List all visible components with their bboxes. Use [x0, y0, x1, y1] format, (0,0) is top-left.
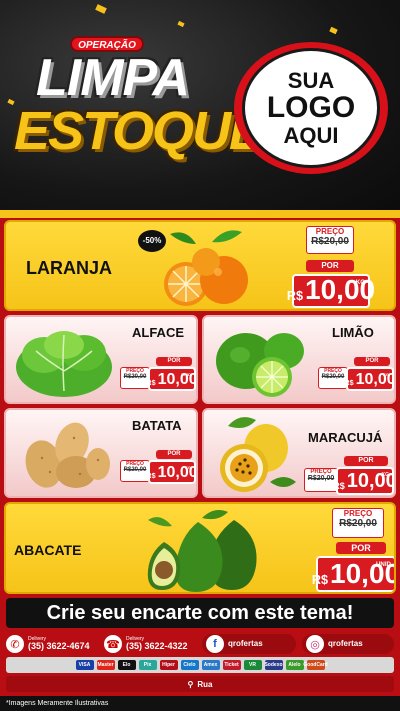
price-value: 10,00	[157, 464, 198, 481]
old-price-tag: PREÇO R$20,00	[332, 508, 384, 538]
location-pin-icon: ⚲	[187, 679, 194, 689]
whatsapp-icon: ✆	[6, 635, 24, 653]
price-tag: R$ 10,00 KG	[333, 467, 394, 495]
address-text: Rua	[197, 679, 213, 689]
price-unit: KG	[381, 472, 390, 478]
cta-banner[interactable]: Crie seu encarte com este tema!	[6, 598, 394, 628]
product-card-abacate[interactable]: ABACATE PREÇO R$20,00 POR R$ 10,00 UNID	[4, 502, 396, 594]
product-card-laranja[interactable]: LARANJA -50% PREÇO R$20,00 POR R$ 10,00 …	[4, 220, 396, 311]
header-banner: OPERAÇÃO LIMPA ESTOQUE SUA LOGO AQUI	[0, 0, 400, 215]
instagram-icon: ◎	[306, 635, 324, 653]
product-name: LIMÃO	[332, 325, 374, 340]
payment-logo: VISA	[75, 660, 94, 670]
price-tag: R$ 10,00 UNID	[146, 367, 198, 391]
logo-text-line1: SUA	[287, 68, 335, 94]
old-price: R$20,00	[321, 374, 345, 380]
instagram-handle: qrofertas	[328, 639, 363, 648]
product-name: ALFACE	[132, 325, 184, 340]
old-price: R$20,00	[123, 467, 147, 473]
por-label: POR	[344, 456, 388, 466]
product-name: MARACUJÁ	[308, 430, 383, 445]
price-unit: KG	[383, 372, 389, 377]
por-label: POR	[156, 357, 192, 366]
phone-number: (35) 3622-4322	[126, 641, 188, 651]
price-unit: UNID	[181, 372, 191, 377]
payment-logo: Elo	[117, 660, 136, 670]
price-value: 10,00	[355, 371, 396, 388]
product-name: ABACATE	[14, 542, 82, 558]
price-tag: R$ 10,00 KG	[344, 367, 396, 391]
logo-text-line3: AQUI	[283, 122, 339, 148]
lettuce-image	[16, 331, 112, 397]
preco-label: PREÇO	[343, 509, 373, 518]
title-estoque: ESTOQUE	[14, 101, 265, 161]
orange-image	[164, 230, 248, 306]
discount-badge: -50%	[138, 230, 166, 252]
price-unit: KG	[185, 465, 191, 470]
old-price: R$20,00	[123, 374, 147, 380]
payment-methods-bar: VISA Master Elo Pix Hiper Cielo Amex Tic…	[6, 657, 394, 673]
payment-logo: Sodexo	[264, 660, 283, 670]
contact-phone-2[interactable]: ☎ Delivery (35) 3622-4322	[104, 634, 188, 654]
disclaimer-text: *Imagens Meramente Ilustrativas	[0, 696, 400, 711]
passion-fruit-image	[220, 417, 296, 492]
contact-phone-1[interactable]: ✆ Delivery (35) 3622-4674	[6, 634, 90, 654]
confetti-decoration	[329, 26, 338, 35]
facebook-handle: qrofertas	[228, 639, 263, 648]
old-price: R$20,00	[307, 475, 335, 482]
payment-logo: Ticket	[222, 660, 241, 670]
product-name: LARANJA	[26, 258, 113, 278]
logo-text-line2: LOGO	[266, 91, 356, 125]
logo-placeholder: SUA LOGO AQUI	[242, 48, 380, 168]
por-label: POR	[156, 450, 192, 459]
payment-logo: VR	[243, 660, 262, 670]
price-tag: R$ 10,00 KG	[287, 274, 375, 308]
currency: R$	[286, 288, 304, 303]
confetti-decoration	[95, 4, 107, 14]
currency: R$	[146, 378, 156, 388]
price-value: 10,00	[157, 371, 198, 388]
payment-logo: Cielo	[180, 660, 199, 670]
price-unit: KG	[355, 279, 365, 286]
phone-number: (35) 3622-4674	[28, 641, 90, 651]
por-label: POR	[336, 542, 386, 554]
currency: R$	[311, 572, 329, 587]
payment-logo: Alelo	[285, 660, 304, 670]
payment-logo: Hiper	[159, 660, 178, 670]
currency: R$	[344, 378, 354, 388]
currency: R$	[146, 471, 156, 481]
price-tag: R$ 10,00 UNID	[312, 556, 394, 592]
confetti-decoration	[177, 20, 185, 28]
header-divider	[0, 210, 400, 218]
price-unit: UNID	[375, 561, 391, 568]
product-card-maracuja[interactable]: MARACUJÁ PREÇO R$20,00 POR R$ 10,00 KG	[202, 408, 396, 498]
price-tag: R$ 10,00 KG	[146, 460, 198, 484]
product-name: BATATA	[132, 418, 182, 433]
payment-logo: Pix	[138, 660, 157, 670]
old-price-tag: PREÇO R$20,00	[306, 226, 354, 254]
old-price: R$20,00	[339, 518, 377, 529]
facebook-link[interactable]: f qrofertas	[202, 634, 296, 654]
avocado-image	[147, 510, 257, 592]
payment-logo: GoodCard	[303, 660, 328, 670]
preco-label: PREÇO	[315, 227, 345, 236]
facebook-icon: f	[206, 635, 224, 653]
product-card-alface[interactable]: ALFACE PREÇO R$20,00 POR R$ 10,00 UNID	[4, 315, 198, 404]
phone-icon: ☎	[104, 635, 122, 653]
currency: R$	[333, 480, 345, 491]
title-limpa: LIMPA	[36, 49, 190, 107]
potato-image	[25, 422, 110, 488]
product-card-limao[interactable]: LIMÃO PREÇO R$20,00 POR R$ 10,00 KG	[202, 315, 396, 404]
lime-image	[216, 333, 304, 397]
payment-logo: Amex	[201, 660, 220, 670]
instagram-link[interactable]: ◎ qrofertas	[302, 634, 394, 654]
payment-logo: Master	[96, 660, 115, 670]
product-card-batata[interactable]: BATATA PREÇO R$20,00 POR R$ 10,00 KG	[4, 408, 198, 498]
address-bar[interactable]: ⚲ Rua	[6, 676, 394, 692]
por-label: POR	[306, 260, 354, 272]
por-label: POR	[354, 357, 390, 366]
old-price: R$20,00	[311, 236, 349, 247]
